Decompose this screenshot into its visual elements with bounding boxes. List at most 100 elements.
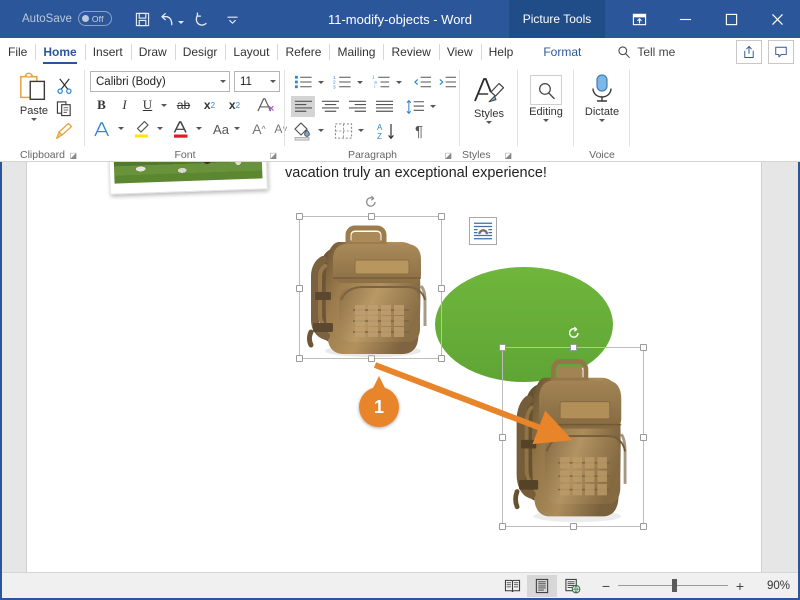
tab-help[interactable]: Help [480,38,522,66]
maximize-button[interactable] [708,0,754,38]
change-case-caret[interactable] [232,122,242,134]
comments-button[interactable] [768,40,794,64]
resize-handle-se[interactable] [640,523,647,530]
line-spacing-caret[interactable] [428,100,438,112]
styles-button[interactable]: Styles [466,75,512,124]
borders-button[interactable] [331,120,355,142]
tab-design[interactable]: Desigr [174,38,226,66]
resize-handle-sw[interactable] [499,523,506,530]
resize-handle-e[interactable] [640,434,647,441]
web-layout-view-button[interactable] [557,575,587,597]
zoom-slider-thumb[interactable] [672,579,677,592]
minimize-button[interactable] [662,0,708,38]
resize-handle-nw[interactable] [499,344,506,351]
sort-button[interactable]: AZ [373,120,399,142]
autosave-toggle[interactable]: AutoSave Off [22,11,112,26]
tab-insert[interactable]: Insert [84,38,131,66]
resize-handle-ne[interactable] [640,344,647,351]
contextual-tab-picture-tools[interactable]: Picture Tools [509,0,605,38]
underline-button[interactable]: U [137,95,158,115]
resize-handle-sw[interactable] [296,355,303,362]
resize-handle-ne[interactable] [438,213,445,220]
underline-dropdown-caret[interactable] [159,99,169,111]
shading-button[interactable] [291,120,315,142]
resize-handle-nw[interactable] [296,213,303,220]
zoom-out-button[interactable]: − [601,579,611,593]
resize-handle-n[interactable] [570,344,577,351]
text-effects-button[interactable] [91,118,115,140]
undo-button[interactable] [158,8,186,31]
format-painter-button[interactable] [52,120,76,142]
justify-button[interactable] [372,96,396,117]
shading-caret[interactable] [316,124,326,136]
multilevel-caret[interactable] [394,76,404,88]
copy-button[interactable] [52,97,76,119]
paste-button[interactable]: Paste [12,72,56,121]
tab-draw[interactable]: Draw [130,38,175,66]
tab-view[interactable]: View [438,38,481,66]
change-case-button[interactable]: Aa [208,118,234,140]
grow-font-button[interactable]: A ^ [248,118,270,140]
borders-caret[interactable] [356,124,366,136]
editing-button[interactable]: Editing [523,75,569,122]
subscript-button[interactable]: x2 [198,95,221,115]
decrease-indent-button[interactable] [410,72,434,92]
layout-options-button[interactable] [469,217,497,245]
tell-me-search[interactable]: Tell me [617,38,675,66]
strikethrough-button[interactable]: ab [172,95,195,115]
increase-indent-button[interactable] [435,72,459,92]
backpack-image-1[interactable] [303,220,438,358]
bullets-button[interactable] [291,72,315,92]
font-color-button[interactable] [169,118,193,140]
font-name-combobox[interactable]: Calibri (Body) [90,71,230,92]
numbering-button[interactable]: 123 [330,72,354,92]
chevron-down-icon[interactable] [270,80,276,83]
cut-button[interactable] [52,74,76,96]
paste-dropdown-caret[interactable] [31,118,37,121]
highlight-caret[interactable] [155,122,165,134]
zoom-in-button[interactable]: + [735,579,745,593]
tab-review[interactable]: Review [383,38,438,66]
dictate-button[interactable]: Dictate [579,73,625,122]
align-right-button[interactable] [345,96,369,117]
close-button[interactable] [754,0,800,38]
redo-button[interactable] [188,8,216,31]
dictate-dropdown-caret[interactable] [599,119,605,122]
tab-home[interactable]: Home [35,38,84,66]
tab-layout[interactable]: Layout [225,38,277,66]
print-layout-view-button[interactable] [527,574,557,597]
numbering-caret[interactable] [355,76,365,88]
clear-formatting-button[interactable] [253,95,277,115]
zoom-level-label[interactable]: 90% [758,580,790,592]
rotation-handle[interactable] [567,326,581,340]
show-formatting-marks-button[interactable]: ¶ [407,120,431,142]
editing-dropdown-caret[interactable] [543,119,549,122]
tab-file[interactable]: File [0,38,35,66]
line-spacing-button[interactable] [403,96,427,117]
styles-dropdown-caret[interactable] [486,121,492,124]
tab-references[interactable]: Refere [277,38,329,66]
clipboard-dialog-launcher[interactable]: ◪ [69,151,77,160]
ribbon-display-options-button[interactable] [616,0,662,38]
italic-button[interactable]: I [114,95,135,115]
tab-mailings[interactable]: Mailing [329,38,383,66]
font-color-caret[interactable] [194,122,204,134]
tab-format[interactable]: Format [535,38,589,66]
resize-handle-s[interactable] [570,523,577,530]
grass-photo-thumbnail[interactable] [108,162,268,195]
zoom-control[interactable]: − + 90% [601,579,790,593]
resize-handle-e[interactable] [438,284,445,292]
font-size-combobox[interactable]: 11 [234,71,280,92]
vertical-scrollbar[interactable] [784,162,798,572]
read-mode-view-button[interactable] [497,575,527,597]
styles-dialog-launcher[interactable]: ◪ [504,151,512,160]
save-button[interactable] [128,8,156,31]
text-effects-caret[interactable] [116,122,126,134]
bullets-caret[interactable] [316,76,326,88]
zoom-slider[interactable] [618,579,728,592]
align-center-button[interactable] [318,96,342,117]
share-button[interactable] [736,40,762,64]
bold-button[interactable]: B [91,95,112,115]
customize-quick-access-toolbar-button[interactable] [218,8,246,31]
autosave-switch[interactable]: Off [77,11,112,26]
